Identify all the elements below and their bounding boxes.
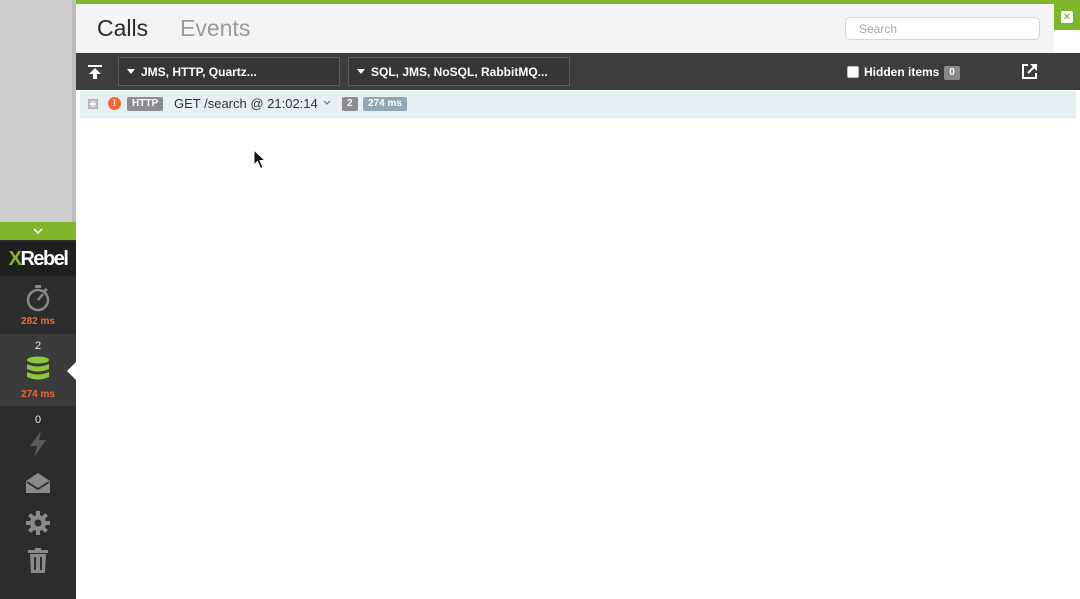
calls-panel: Calls Events × JMS, HTTP, Quartz... SQL,… bbox=[76, 0, 1080, 599]
database-count: 2 bbox=[34, 340, 42, 352]
hidden-items-label[interactable]: Hidden items bbox=[864, 65, 939, 79]
lightning-icon bbox=[30, 431, 46, 457]
timing-section[interactable]: 282 ms bbox=[0, 278, 76, 332]
io-type-filter-dropdown[interactable]: SQL, JMS, NoSQL, RabbitMQ... bbox=[348, 57, 570, 86]
database-icon bbox=[27, 356, 49, 380]
database-section[interactable]: 2 274 ms bbox=[0, 334, 76, 406]
search-input[interactable] bbox=[845, 17, 1040, 40]
events-section[interactable]: 0 bbox=[0, 408, 76, 464]
close-panel-button[interactable]: × bbox=[1054, 4, 1080, 30]
query-count-badge: 2 bbox=[342, 97, 358, 111]
active-section-pointer bbox=[67, 362, 76, 380]
trash-icon bbox=[28, 548, 48, 573]
logo-x: X bbox=[8, 247, 22, 270]
filter-toolbar: JMS, HTTP, Quartz... SQL, JMS, NoSQL, Ra… bbox=[76, 53, 1080, 90]
logo-text: Rebel bbox=[20, 247, 68, 270]
expand-icon[interactable] bbox=[88, 99, 98, 109]
close-icon: × bbox=[1061, 11, 1073, 23]
panel-header: Calls Events bbox=[76, 4, 1054, 53]
hidden-items-count-badge: 0 bbox=[944, 66, 960, 80]
settings-section[interactable] bbox=[0, 506, 76, 542]
io-type-filter-label: SQL, JMS, NoSQL, RabbitMQ... bbox=[371, 64, 548, 79]
database-ms: 274 ms bbox=[21, 389, 55, 400]
open-external-icon[interactable] bbox=[1021, 63, 1038, 80]
chevron-down-icon bbox=[33, 228, 43, 234]
mail-section[interactable] bbox=[0, 466, 76, 504]
tab-calls[interactable]: Calls bbox=[97, 15, 148, 42]
scroll-to-top-button[interactable] bbox=[86, 63, 104, 81]
xrebel-toolbar: X Rebel 282 ms 2 274 ms 0 bbox=[0, 222, 76, 599]
stopwatch-icon bbox=[26, 285, 50, 312]
duration-badge: 274 ms bbox=[363, 97, 407, 111]
mail-icon bbox=[26, 473, 50, 493]
call-label[interactable]: GET /search @ 21:02:14 bbox=[174, 96, 318, 111]
caret-down-icon bbox=[357, 69, 365, 74]
chevron-down-icon[interactable] bbox=[323, 99, 331, 107]
error-icon: ! bbox=[108, 97, 121, 110]
xrebel-logo: X Rebel bbox=[0, 242, 76, 276]
timing-ms: 282 ms bbox=[21, 316, 55, 327]
caret-down-icon bbox=[127, 69, 135, 74]
collapse-toolbar-button[interactable] bbox=[0, 222, 76, 240]
call-type-filter-label: JMS, HTTP, Quartz... bbox=[141, 64, 257, 79]
hidden-items-checkbox[interactable] bbox=[847, 66, 859, 78]
call-type-badge: HTTP bbox=[127, 97, 164, 111]
mouse-cursor-icon bbox=[253, 149, 267, 170]
gear-icon bbox=[26, 511, 50, 535]
tab-events[interactable]: Events bbox=[180, 15, 250, 42]
trash-section[interactable] bbox=[0, 544, 76, 580]
call-row[interactable]: ! HTTP GET /search @ 21:02:14 2 274 ms bbox=[80, 91, 1076, 118]
call-type-filter-dropdown[interactable]: JMS, HTTP, Quartz... bbox=[118, 57, 340, 86]
arrow-to-top-icon bbox=[88, 65, 102, 79]
events-count: 0 bbox=[34, 414, 42, 426]
